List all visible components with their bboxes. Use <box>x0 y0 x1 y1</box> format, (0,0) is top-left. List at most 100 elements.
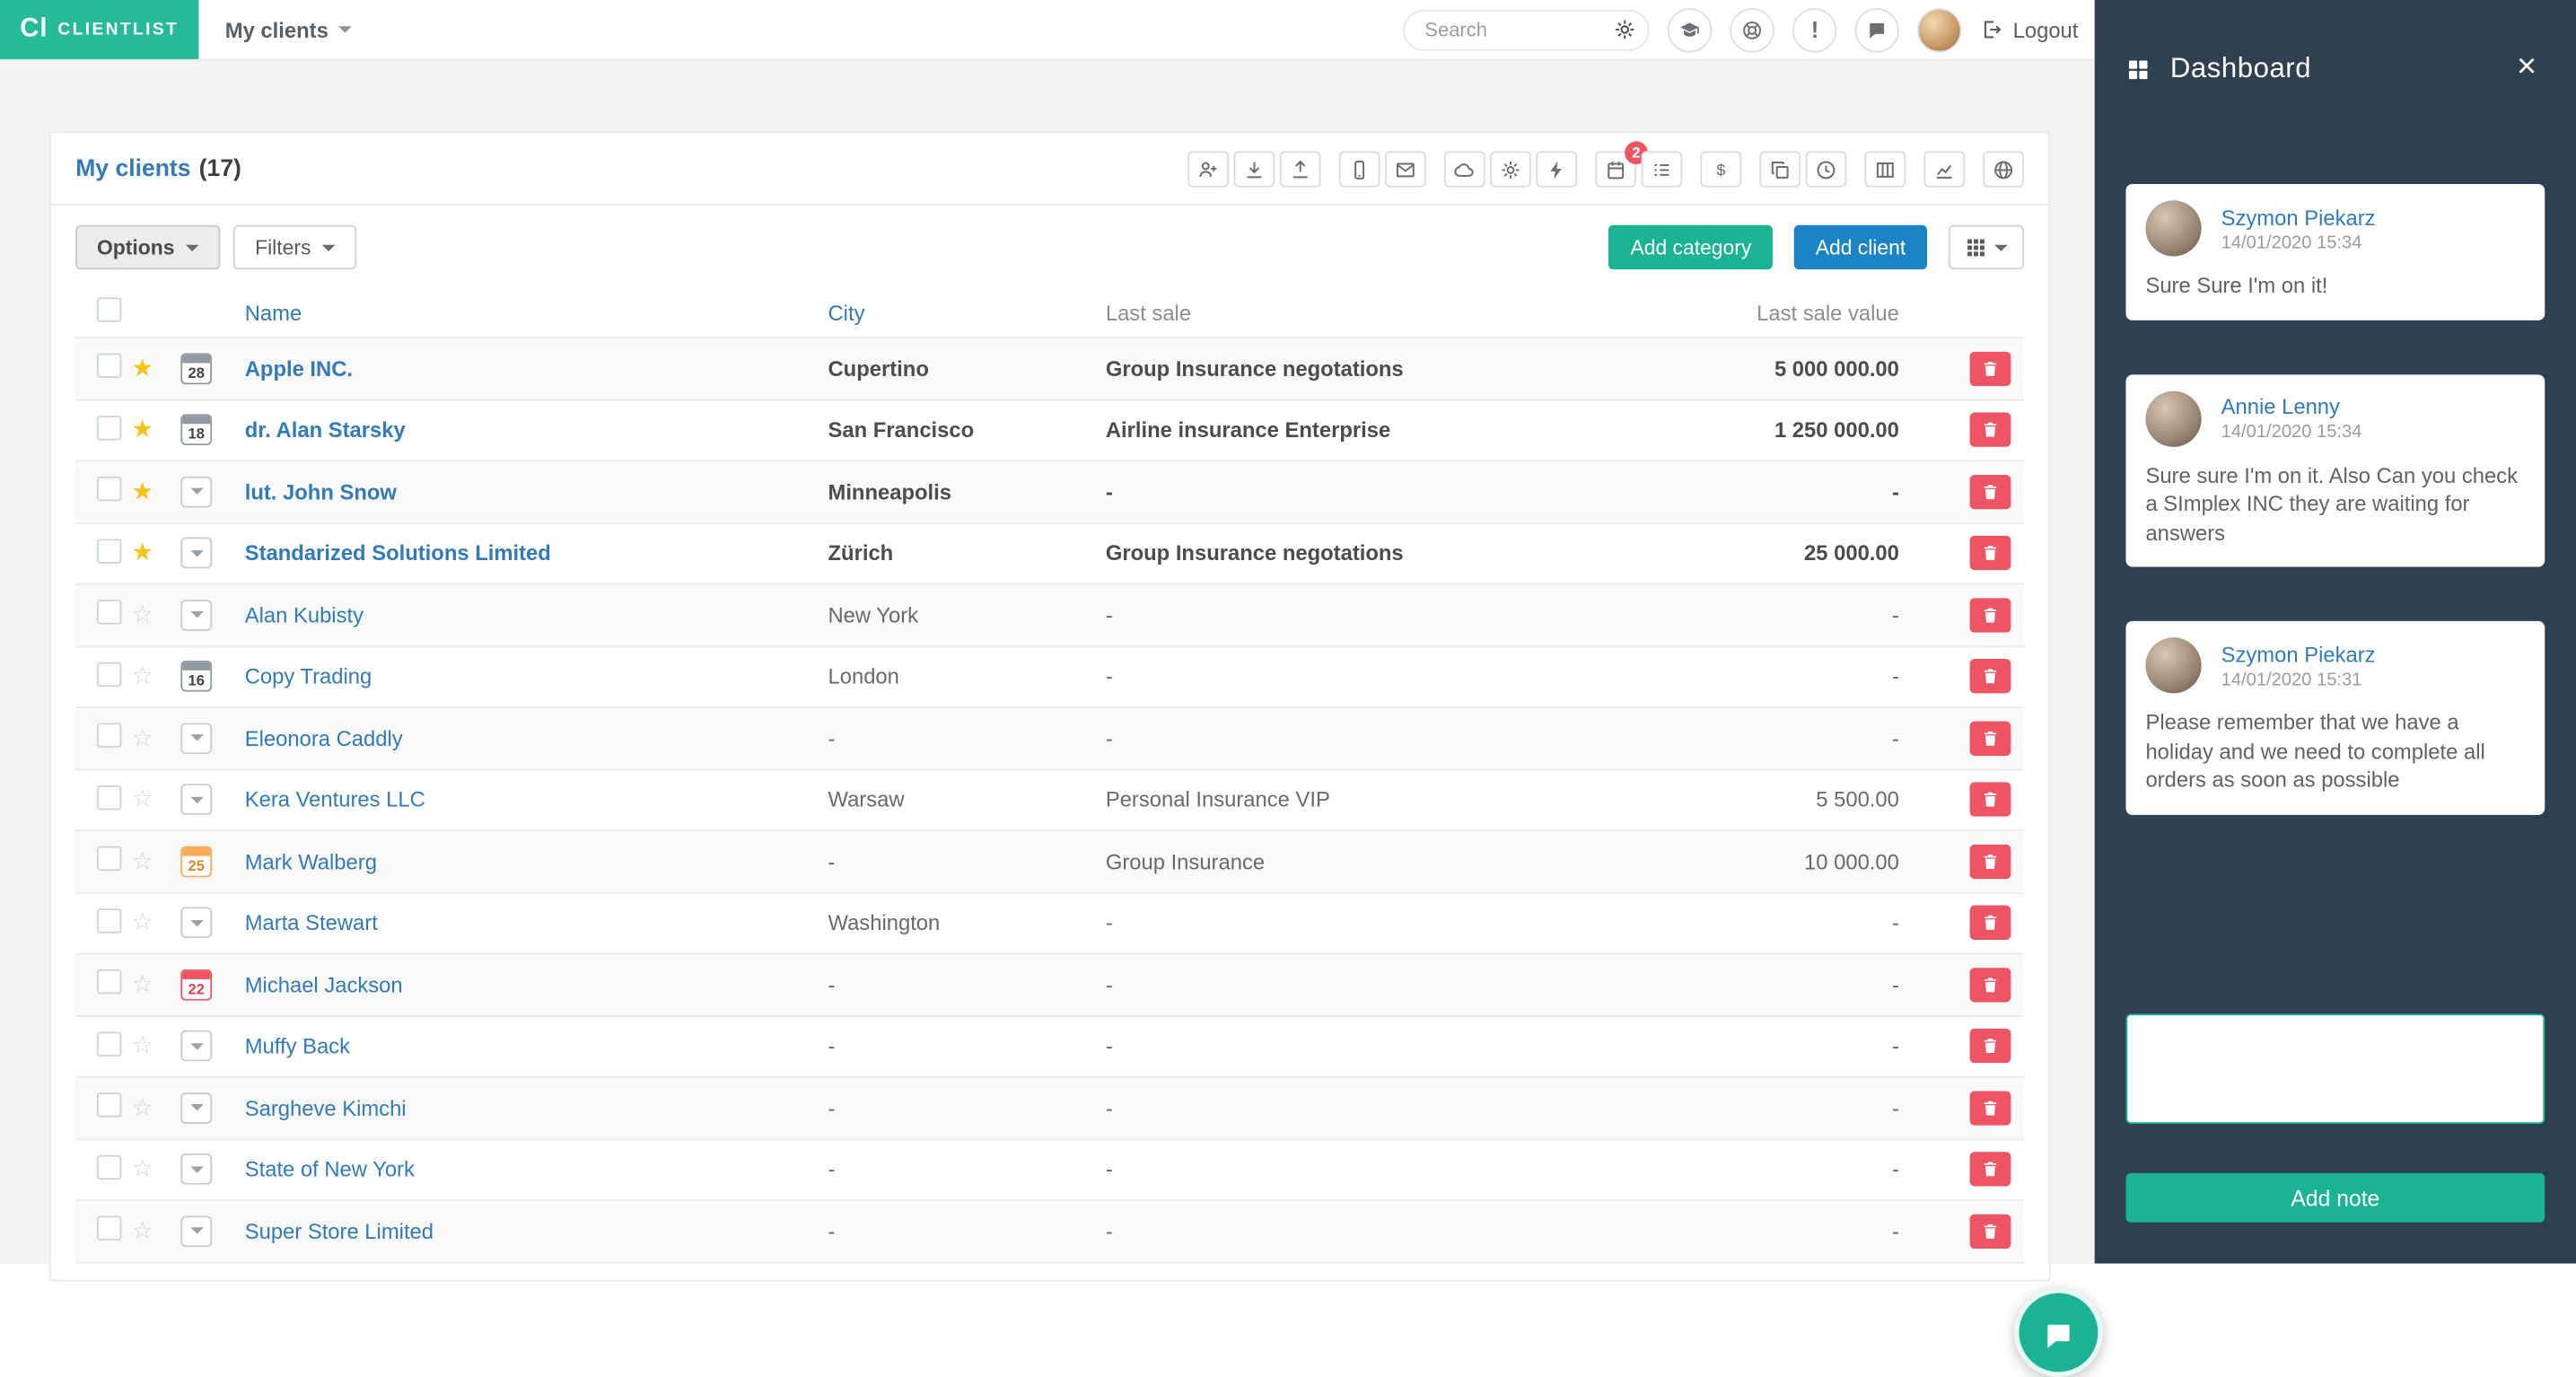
client-name-link[interactable]: Muffy Back <box>245 1034 350 1058</box>
note-author-link[interactable]: Szymon Piekarz <box>2221 205 2376 229</box>
settings-icon-button[interactable] <box>1490 151 1531 188</box>
delete-button[interactable] <box>1969 536 2011 571</box>
client-name-link[interactable]: Marta Stewart <box>245 910 378 934</box>
upload-icon-button[interactable] <box>1279 151 1321 188</box>
client-name-link[interactable]: Sargheve Kimchi <box>245 1095 407 1119</box>
row-checkbox[interactable] <box>96 353 122 379</box>
row-checkbox[interactable] <box>96 600 122 625</box>
add-client-button[interactable]: Add client <box>1793 224 1928 270</box>
note-input[interactable] <box>2125 1013 2545 1124</box>
column-header-name[interactable]: Name <box>245 300 302 324</box>
email-icon-button[interactable] <box>1384 151 1426 188</box>
grid-view-button[interactable] <box>1948 224 2024 270</box>
sales-icon-button[interactable] <box>1700 151 1742 188</box>
row-dropdown-button[interactable] <box>180 784 213 816</box>
calendar-day-icon[interactable]: 25 <box>180 846 213 877</box>
client-name-link[interactable]: Michael Jackson <box>245 972 403 996</box>
column-header-last-sale[interactable]: Last sale <box>1106 300 1191 324</box>
education-button[interactable] <box>1668 7 1713 52</box>
row-checkbox[interactable] <box>96 969 122 995</box>
note-author-link[interactable]: Annie Lenny <box>2221 394 2362 418</box>
row-dropdown-button[interactable] <box>180 537 213 569</box>
column-header-last-sale-value[interactable]: Last sale value <box>1757 300 1899 324</box>
delete-button[interactable] <box>1969 1029 2011 1064</box>
delete-button[interactable] <box>1969 351 2011 386</box>
tasks-icon-button[interactable] <box>1641 151 1683 188</box>
row-dropdown-button[interactable] <box>180 1153 213 1186</box>
client-name-link[interactable]: lut. John Snow <box>245 479 397 504</box>
star-icon[interactable]: ★ <box>131 479 153 504</box>
star-icon[interactable]: ☆ <box>131 1095 153 1119</box>
client-name-link[interactable]: Mark Walberg <box>245 849 377 873</box>
calendar-day-icon[interactable]: 18 <box>180 414 213 446</box>
star-icon[interactable]: ☆ <box>131 972 153 996</box>
automation-icon-button[interactable] <box>1536 151 1578 188</box>
client-name-link[interactable]: State of New York <box>245 1157 415 1181</box>
star-icon[interactable]: ★ <box>131 356 153 381</box>
calendar-day-icon[interactable]: 22 <box>180 969 213 1001</box>
delete-button[interactable] <box>1969 1214 2011 1249</box>
delete-button[interactable] <box>1969 412 2011 448</box>
support-button[interactable] <box>1730 7 1775 52</box>
client-name-link[interactable]: Copy Trading <box>245 664 372 688</box>
row-checkbox[interactable] <box>96 1031 122 1057</box>
column-header-city[interactable]: City <box>828 300 864 324</box>
row-checkbox[interactable] <box>96 723 122 749</box>
row-checkbox[interactable] <box>96 477 122 502</box>
row-dropdown-button[interactable] <box>180 1031 213 1062</box>
row-checkbox[interactable] <box>96 1215 122 1241</box>
options-button[interactable]: Options <box>75 224 221 270</box>
star-icon[interactable]: ★ <box>131 541 153 566</box>
row-dropdown-button[interactable] <box>180 476 213 508</box>
star-icon[interactable]: ☆ <box>131 726 153 750</box>
delete-button[interactable] <box>1969 1152 2011 1187</box>
close-panel-button[interactable] <box>2515 54 2545 83</box>
delete-button[interactable] <box>1969 659 2011 694</box>
history-icon-button[interactable] <box>1805 151 1847 188</box>
messages-button[interactable] <box>1854 7 1900 52</box>
client-name-link[interactable]: Standarized Solutions Limited <box>245 541 551 566</box>
download-icon-button[interactable] <box>1233 151 1275 188</box>
mobile-icon-button[interactable] <box>1338 151 1380 188</box>
row-dropdown-button[interactable] <box>180 599 213 631</box>
row-checkbox[interactable] <box>96 1092 122 1118</box>
row-checkbox[interactable] <box>96 538 122 564</box>
star-icon[interactable]: ☆ <box>131 1034 153 1058</box>
web-icon-button[interactable] <box>1983 151 2024 188</box>
client-name-link[interactable]: Kera Ventures LLC <box>245 787 425 811</box>
delete-button[interactable] <box>1969 1090 2011 1126</box>
row-dropdown-button[interactable] <box>180 907 213 939</box>
filters-button[interactable]: Filters <box>233 224 357 270</box>
row-checkbox[interactable] <box>96 1154 122 1180</box>
add-user-icon-button[interactable] <box>1187 151 1230 188</box>
columns-icon-button[interactable] <box>1864 151 1906 188</box>
note-author-link[interactable]: Szymon Piekarz <box>2221 642 2376 666</box>
star-icon[interactable]: ☆ <box>131 849 153 873</box>
delete-button[interactable] <box>1969 597 2011 633</box>
select-all-checkbox[interactable] <box>96 296 122 321</box>
row-dropdown-button[interactable] <box>180 1092 213 1124</box>
delete-button[interactable] <box>1969 844 2011 879</box>
delete-button[interactable] <box>1969 721 2011 756</box>
star-icon[interactable]: ☆ <box>131 602 153 627</box>
row-checkbox[interactable] <box>96 662 122 687</box>
client-name-link[interactable]: Alan Kubisty <box>245 602 364 627</box>
user-avatar[interactable] <box>1917 7 1962 52</box>
nav-menu-my-clients[interactable]: My clients <box>225 17 352 42</box>
star-icon[interactable]: ☆ <box>131 1157 153 1181</box>
alerts-button[interactable]: ! <box>1792 7 1837 52</box>
logout-button[interactable]: Logout <box>1980 17 2078 42</box>
row-checkbox[interactable] <box>96 908 122 934</box>
client-name-link[interactable]: Eleonora Caddly <box>245 726 403 750</box>
client-name-link[interactable]: dr. Alan Starsky <box>245 417 406 442</box>
row-checkbox[interactable] <box>96 785 122 810</box>
add-note-button[interactable]: Add note <box>2125 1172 2545 1223</box>
star-icon[interactable]: ★ <box>131 417 153 442</box>
row-checkbox[interactable] <box>96 846 122 872</box>
star-icon[interactable]: ☆ <box>131 1219 153 1243</box>
client-name-link[interactable]: Super Store Limited <box>245 1219 434 1243</box>
row-checkbox[interactable] <box>96 415 122 441</box>
duplicate-icon-button[interactable] <box>1759 151 1801 188</box>
chat-fab-button[interactable] <box>2014 1287 2103 1377</box>
calendar-day-icon[interactable]: 28 <box>180 353 213 384</box>
